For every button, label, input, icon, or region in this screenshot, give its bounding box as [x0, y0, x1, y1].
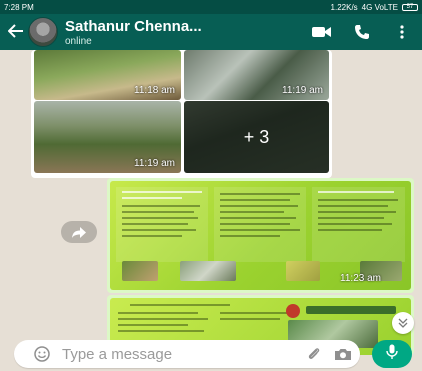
brochure-text-line [318, 191, 394, 193]
brochure-text-line [122, 211, 194, 213]
network-speed: 1.22K/s [330, 2, 358, 12]
brochure-text-line [220, 211, 284, 213]
brochure-text-line [122, 197, 182, 199]
brochure-text-line [220, 217, 296, 219]
mic-button[interactable] [372, 340, 412, 368]
back-arrow-icon[interactable] [4, 22, 28, 43]
brochure-text-line [220, 205, 298, 207]
brochure-text-line [220, 318, 280, 320]
brochure-text-line [118, 312, 198, 314]
mic-icon [386, 344, 398, 365]
brochure-text-line [118, 330, 204, 332]
more-icon[interactable] [382, 25, 422, 39]
emoji-icon[interactable] [34, 346, 50, 362]
battery-icon: 57 [402, 3, 418, 11]
brochure-text-line [118, 324, 188, 326]
message-input-bar[interactable]: Type a message [14, 340, 360, 368]
outgoing-document-message: 11:23 am [107, 178, 414, 293]
brochure-banner [306, 306, 396, 314]
status-time: 7:28 PM [4, 2, 34, 12]
status-bar: 7:28 PM 1.22K/s 4G VoLTE 57 [0, 0, 422, 14]
brochure-text-line [220, 235, 280, 237]
chat-header: Sathanur Chenna... online [0, 14, 422, 50]
photo-thumbnail[interactable]: 11:18 am [34, 50, 181, 100]
emblem-icon [286, 304, 300, 318]
avatar[interactable] [28, 17, 58, 47]
brochure-text-line [122, 223, 188, 225]
contact-name: Sathanur Chenna... [65, 17, 202, 35]
more-photos-count: + 3 [243, 126, 270, 147]
incoming-photo-message: 11:18 am 11:19 am 11:19 am + 3 [31, 50, 332, 178]
brochure-photo [286, 261, 320, 281]
brochure-image[interactable]: 11:23 am [110, 181, 411, 290]
video-call-icon[interactable] [302, 26, 342, 38]
photo-thumbnail[interactable]: 11:19 am [184, 50, 329, 100]
call-icon[interactable] [342, 24, 382, 40]
brochure-text-line [318, 199, 398, 201]
network-type: 4G VoLTE [361, 2, 398, 12]
brochure-text-line [318, 223, 392, 225]
brochure-text-line [318, 229, 382, 231]
brochure-text-line [122, 205, 200, 207]
camera-icon[interactable] [334, 347, 352, 361]
brochure-text-line [220, 193, 300, 195]
contact-status: online [65, 35, 92, 47]
brochure-text-line [318, 205, 388, 207]
brochure-text-line [122, 235, 182, 237]
message-time: 11:19 am [134, 158, 175, 169]
brochure-text-line [220, 312, 290, 314]
message-time: 11:23 am [340, 273, 381, 284]
scroll-down-icon[interactable] [392, 312, 414, 334]
brochure-photo [180, 261, 236, 281]
status-indicators: 1.22K/s 4G VoLTE 57 [331, 3, 418, 12]
message-input[interactable]: Type a message [62, 346, 294, 363]
brochure-text-line [130, 304, 230, 306]
forward-icon[interactable] [61, 221, 97, 243]
brochure-text-line [220, 229, 300, 231]
brochure-text-line [220, 199, 290, 201]
photo-thumbnail[interactable]: 11:19 am [34, 101, 181, 173]
brochure-text-line [118, 318, 208, 320]
attach-icon[interactable] [306, 346, 322, 362]
brochure-text-line [318, 217, 384, 219]
more-photos-thumbnail[interactable]: + 3 [184, 101, 329, 173]
message-time: 11:18 am [134, 85, 175, 96]
brochure-text-line [318, 211, 396, 213]
whatsapp-chat-screen: 7:28 PM 1.22K/s 4G VoLTE 57 Sathanur Che… [0, 0, 422, 371]
brochure-text-line [122, 217, 198, 219]
contact-info[interactable]: Sathanur Chenna... online [65, 18, 302, 47]
brochure-text-line [220, 223, 290, 225]
brochure-photo [122, 261, 158, 281]
chat-area[interactable]: 11:18 am 11:19 am 11:19 am + 3 11:23 am [0, 50, 422, 371]
message-time: 11:19 am [282, 85, 323, 96]
brochure-text-line [122, 191, 202, 193]
brochure-text-line [122, 229, 196, 231]
